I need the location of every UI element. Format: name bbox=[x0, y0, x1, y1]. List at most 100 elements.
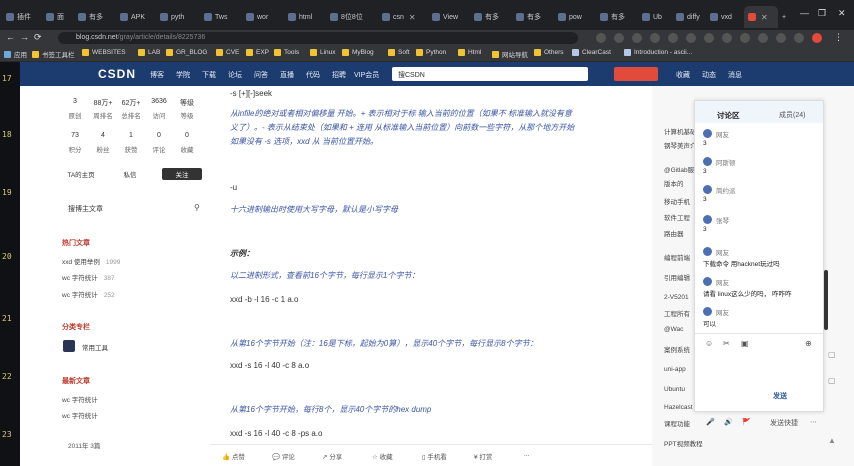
bookmark-item[interactable]: Soft bbox=[388, 49, 410, 56]
browser-tab[interactable]: vxd bbox=[710, 6, 740, 28]
like-button[interactable]: 👍 点赞 bbox=[222, 451, 245, 461]
search-author-articles[interactable]: 搜博主文章 bbox=[68, 204, 103, 214]
bookmark-item[interactable]: 书签工具栏 bbox=[32, 49, 75, 59]
recommend-link[interactable]: 课程功能 bbox=[664, 418, 690, 428]
bookmark-item[interactable]: Html bbox=[458, 49, 481, 56]
extension-icon[interactable] bbox=[686, 33, 696, 43]
csdn-logo[interactable]: CSDN bbox=[98, 67, 136, 81]
recommend-link[interactable]: 钢琴美声介 bbox=[664, 140, 697, 150]
send-button[interactable]: 发送 bbox=[773, 391, 787, 401]
recommend-link[interactable]: Hazelcast bbox=[664, 404, 693, 411]
back-arrow-icon[interactable]: ← bbox=[6, 32, 15, 42]
extension-icon[interactable] bbox=[740, 33, 750, 43]
scissors-icon[interactable]: ✂ bbox=[723, 339, 730, 348]
extension-icon[interactable] bbox=[704, 33, 714, 43]
private-message-button[interactable]: 私信 bbox=[112, 168, 148, 180]
author-home-button[interactable]: TA的主页 bbox=[60, 168, 102, 180]
recommend-link[interactable]: 引用编辑 bbox=[664, 272, 690, 282]
browser-tab[interactable]: 8位8位 bbox=[330, 6, 370, 28]
header-link[interactable]: 消息 bbox=[728, 70, 742, 80]
new-tab-button[interactable]: + bbox=[782, 6, 794, 28]
recent-article-link[interactable]: wc 字符统计 bbox=[62, 410, 98, 420]
recommend-link[interactable]: uni-app bbox=[664, 366, 686, 373]
bookmark-item[interactable]: 网站导航 bbox=[492, 49, 528, 59]
recommend-link[interactable]: 路由器 bbox=[664, 228, 684, 238]
nav-link[interactable]: 下载 bbox=[202, 70, 216, 80]
bookmark-item[interactable]: GR_BLOG bbox=[166, 49, 207, 56]
browser-tab[interactable]: csn ✕ bbox=[382, 6, 422, 28]
maximize-icon[interactable]: ❐ bbox=[818, 8, 826, 19]
extension-icon[interactable] bbox=[650, 33, 660, 43]
category-link[interactable]: 常用工具 bbox=[82, 342, 108, 352]
more-icon[interactable]: ⋯ bbox=[810, 418, 817, 426]
extension-icon[interactable] bbox=[776, 33, 786, 43]
recommend-link[interactable]: 案例系统 bbox=[664, 344, 690, 354]
close-window-icon[interactable]: ✕ bbox=[838, 8, 846, 19]
flag-icon[interactable]: 🚩 bbox=[742, 418, 751, 426]
forward-arrow-icon[interactable]: → bbox=[20, 32, 29, 42]
bookmark-item[interactable]: EXP bbox=[246, 49, 269, 56]
browser-tab[interactable]: APK bbox=[120, 6, 156, 28]
bookmark-item[interactable]: Introduction - ascii... bbox=[624, 49, 692, 56]
recommend-link[interactable]: PPT视频教程 bbox=[664, 438, 703, 448]
write-blog-button[interactable] bbox=[614, 67, 658, 81]
bookmark-item[interactable]: ClearCast bbox=[572, 49, 611, 56]
bookmark-item[interactable]: CVE bbox=[216, 49, 239, 56]
recommend-link[interactable]: 计算机基础 bbox=[664, 126, 697, 136]
tab-discussion[interactable]: 讨论区 bbox=[717, 110, 740, 121]
extension-icon[interactable] bbox=[758, 33, 768, 43]
browser-tab[interactable]: diffy bbox=[676, 6, 706, 28]
bookmark-item[interactable]: 应用 bbox=[4, 49, 27, 59]
recent-article-link[interactable]: wc 字符统计 bbox=[62, 394, 98, 404]
reward-button[interactable]: ¥ 打赏 bbox=[474, 451, 492, 461]
browser-tab[interactable]: 有多 bbox=[474, 6, 510, 28]
extension-icon[interactable] bbox=[668, 33, 678, 43]
comment-button[interactable]: 💬 评论 bbox=[272, 451, 295, 461]
recommend-link[interactable]: 2-V5201 bbox=[664, 294, 689, 301]
url-field[interactable]: blog.csdn.net/gray/article/details/82257… bbox=[58, 32, 578, 44]
add-icon[interactable]: ⊕ bbox=[805, 339, 812, 348]
nav-link[interactable]: VIP会员 bbox=[354, 70, 379, 80]
browser-tab[interactable]: pyth bbox=[160, 6, 196, 28]
recommend-link[interactable]: 版本的 bbox=[664, 178, 684, 188]
browser-tab[interactable]: pow bbox=[558, 6, 594, 28]
csdn-search-input[interactable]: 搜CSDN bbox=[392, 67, 588, 81]
hot-article-link[interactable]: wc 字符统计 252 bbox=[62, 289, 115, 299]
recommend-link[interactable]: 编程前端 bbox=[664, 252, 690, 262]
nav-link[interactable]: 直播 bbox=[280, 70, 294, 80]
speaker-icon[interactable]: 🔊 bbox=[724, 418, 733, 426]
browser-tab[interactable]: html bbox=[288, 6, 324, 28]
nav-link[interactable]: 学院 bbox=[176, 70, 190, 80]
bookmark-item[interactable]: Linux bbox=[310, 49, 336, 56]
hot-article-link[interactable]: wc 字符统计 387 bbox=[62, 272, 115, 282]
tab-close-icon[interactable]: ✕ bbox=[409, 13, 416, 22]
nav-link[interactable]: 论坛 bbox=[228, 70, 242, 80]
back-to-top-icon[interactable]: ▲ bbox=[828, 436, 836, 445]
follow-button[interactable]: 关注 bbox=[162, 168, 202, 180]
nav-link[interactable]: 代码 bbox=[306, 70, 320, 80]
nav-link[interactable]: 博客 bbox=[150, 70, 164, 80]
bookmark-item[interactable]: MyBlog bbox=[342, 49, 374, 56]
share-button[interactable]: ↗ 分享 bbox=[322, 451, 342, 461]
extension-icon[interactable] bbox=[794, 33, 804, 43]
bookmark-item[interactable]: Python bbox=[416, 49, 446, 56]
recommend-link[interactable]: @Wac bbox=[664, 326, 683, 333]
bookmark-star-icon[interactable] bbox=[596, 33, 606, 43]
browser-tab[interactable]: 面 bbox=[46, 6, 74, 28]
extension-icon[interactable] bbox=[632, 33, 642, 43]
browser-menu-icon[interactable]: ⋮ bbox=[834, 32, 843, 43]
emoji-icon[interactable]: ☺ bbox=[705, 339, 713, 348]
browser-tab[interactable]: View bbox=[432, 6, 468, 28]
tab-members[interactable]: 成员(24) bbox=[779, 110, 805, 120]
profile-avatar[interactable] bbox=[812, 33, 822, 43]
recommend-link[interactable]: 移动手机 bbox=[664, 196, 690, 206]
microphone-icon[interactable]: 🎤 bbox=[706, 418, 715, 426]
more-button[interactable]: ... bbox=[524, 451, 529, 458]
nav-link[interactable]: 招聘 bbox=[332, 70, 346, 80]
browser-tab[interactable]: 有多 bbox=[516, 6, 552, 28]
shortcut-setting[interactable]: 发送快捷 bbox=[770, 418, 798, 428]
bookmark-item[interactable]: LAB bbox=[138, 49, 160, 56]
side-arrow-icon[interactable]: ▢ bbox=[828, 350, 836, 359]
browser-tab-active[interactable]: ✕ bbox=[744, 6, 778, 28]
mobile-view-button[interactable]: ▯ 手机看 bbox=[422, 451, 447, 461]
